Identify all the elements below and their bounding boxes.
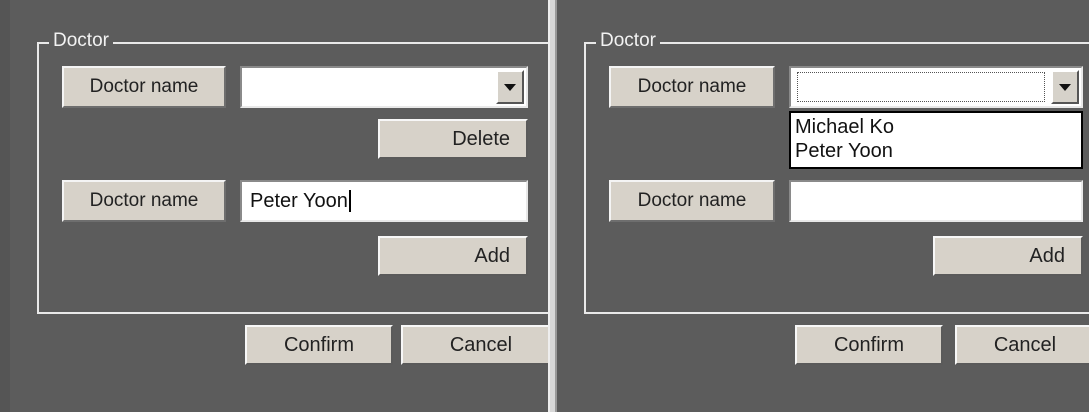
focus-indicator [797, 72, 1045, 102]
panel-divider [548, 0, 557, 412]
group-title: Doctor [596, 30, 660, 52]
group-border-left [584, 42, 586, 314]
group-border-bottom [37, 312, 548, 314]
doctor-panel-left: Doctor Doctor name Delete Doctor name Pe… [0, 0, 548, 412]
group-border-bottom [584, 312, 1089, 314]
doctor-panel-right: Doctor Doctor name Michael Ko Peter Yoon… [557, 0, 1089, 412]
confirm-button[interactable]: Confirm [795, 325, 943, 365]
doctor-name-label: Doctor name [609, 66, 775, 108]
confirm-button[interactable]: Confirm [245, 325, 393, 365]
doctor-dropdown-list: Michael Ko Peter Yoon [789, 111, 1083, 169]
delete-button[interactable]: Delete [378, 119, 528, 159]
window-edge [0, 0, 10, 412]
dropdown-option[interactable]: Peter Yoon [791, 139, 1081, 163]
text-cursor [348, 190, 351, 212]
doctor-name-input-value: Peter Yoon [250, 189, 348, 212]
chevron-down-icon[interactable] [496, 70, 524, 104]
add-button[interactable]: Add [378, 236, 528, 276]
cancel-button[interactable]: Cancel [401, 325, 548, 365]
chevron-down-icon[interactable] [1051, 70, 1079, 104]
group-border-left [37, 42, 39, 314]
group-title: Doctor [49, 30, 113, 52]
doctor-select[interactable] [240, 66, 528, 108]
cancel-button[interactable]: Cancel [955, 325, 1089, 365]
add-button[interactable]: Add [933, 236, 1083, 276]
dropdown-option[interactable]: Michael Ko [791, 115, 1081, 139]
group-border-top [37, 42, 548, 44]
doctor-name-input[interactable] [789, 180, 1083, 222]
doctor-name-label-2: Doctor name [62, 180, 226, 222]
doctor-name-input[interactable]: Peter Yoon [240, 180, 528, 222]
doctor-name-label: Doctor name [62, 66, 226, 108]
doctor-select[interactable] [789, 66, 1083, 108]
doctor-name-label-2: Doctor name [609, 180, 775, 222]
